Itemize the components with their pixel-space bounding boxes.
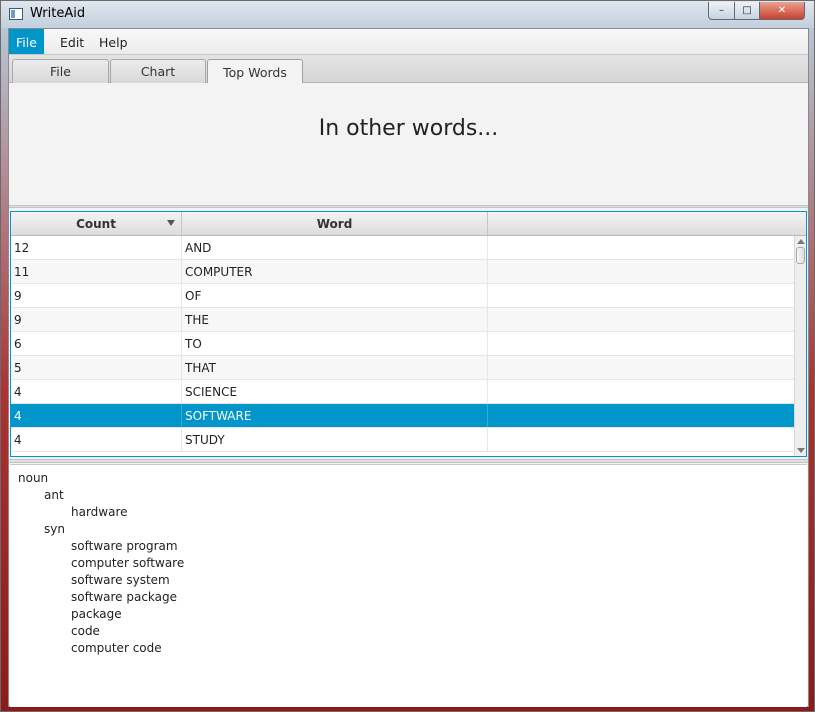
tree-leaf: software system xyxy=(71,573,170,587)
cell-count: 12 xyxy=(11,236,182,259)
cell-empty xyxy=(488,308,794,331)
tab-bar: File Chart Top Words xyxy=(9,55,808,84)
tree-leaf: package xyxy=(71,607,122,621)
cell-count: 11 xyxy=(11,260,182,283)
cell-count: 9 xyxy=(11,308,182,331)
cell-empty xyxy=(488,356,794,379)
tree-leaf: computer software xyxy=(71,556,185,570)
scroll-up-arrow-icon[interactable] xyxy=(797,239,805,244)
banner-heading: In other words... xyxy=(318,116,499,141)
scroll-down-arrow-icon[interactable] xyxy=(797,448,805,453)
column-header-word[interactable]: Word xyxy=(182,212,488,235)
tree-leaf: software program xyxy=(71,539,178,553)
tree-leaf: computer code xyxy=(71,641,162,655)
tree-node-syn: syn xyxy=(44,522,65,536)
tab-file[interactable]: File xyxy=(12,59,109,83)
tree-leaf: code xyxy=(71,624,100,638)
table-row-selected[interactable]: 4 SOFTWARE xyxy=(11,404,794,428)
table-row[interactable]: 5 THAT xyxy=(11,356,794,380)
tab-top-words[interactable]: Top Words xyxy=(207,59,303,84)
column-header-count[interactable]: Count xyxy=(11,212,182,235)
cell-count: 9 xyxy=(11,284,182,307)
cell-empty xyxy=(488,236,794,259)
window-title: WriteAid xyxy=(30,6,86,21)
tab-chart[interactable]: Chart xyxy=(110,59,206,83)
scrollbar-thumb[interactable] xyxy=(796,247,805,264)
table-body: 12 AND 11 COMPUTER 9 OF 9 THE 6 TO 5 THA… xyxy=(11,236,794,452)
cell-word: SCIENCE xyxy=(182,380,488,403)
cell-word: THE xyxy=(182,308,488,331)
column-header-filler xyxy=(488,212,806,235)
cell-empty xyxy=(488,332,794,355)
cell-count: 5 xyxy=(11,356,182,379)
menu-file[interactable]: File xyxy=(9,29,44,54)
cell-word: TO xyxy=(182,332,488,355)
banner: In other words... xyxy=(9,83,808,205)
close-button[interactable]: ✕ xyxy=(759,2,805,20)
maximize-button[interactable]: □ xyxy=(734,2,760,20)
client-area: File Edit Help File Chart Top Words In o… xyxy=(8,28,809,707)
tree-leaf: hardware xyxy=(71,505,128,519)
cell-word: OF xyxy=(182,284,488,307)
column-header-count-label: Count xyxy=(76,216,116,231)
table-row[interactable]: 11 COMPUTER xyxy=(11,260,794,284)
cell-word: STUDY xyxy=(182,428,488,451)
table-row[interactable]: 6 TO xyxy=(11,332,794,356)
cell-count: 4 xyxy=(11,428,182,451)
tree-leaf: software package xyxy=(71,590,178,604)
word-count-table: Count Word 12 AND 11 COMPUTER 9 OF 9 THE… xyxy=(10,211,807,457)
cell-count: 6 xyxy=(11,332,182,355)
cell-empty xyxy=(488,260,794,283)
cell-count: 4 xyxy=(11,380,182,403)
tree-node-ant: ant xyxy=(44,488,64,502)
column-header-word-label: Word xyxy=(316,216,353,231)
table-header: Count Word xyxy=(11,212,806,236)
cell-empty xyxy=(488,284,794,307)
table-row[interactable]: 9 OF xyxy=(11,284,794,308)
table-row[interactable]: 12 AND xyxy=(11,236,794,260)
cell-empty xyxy=(488,404,794,427)
menu-edit[interactable]: Edit xyxy=(53,29,91,54)
split-divider-bottom[interactable] xyxy=(9,459,808,463)
tree-node-noun: noun xyxy=(18,471,49,485)
app-icon xyxy=(9,8,23,20)
cell-word: AND xyxy=(182,236,488,259)
table-row[interactable]: 4 SCIENCE xyxy=(11,380,794,404)
sort-descending-icon xyxy=(167,220,175,226)
menu-bar: File Edit Help xyxy=(9,29,808,55)
table-scrollbar[interactable] xyxy=(794,236,806,456)
table-row[interactable]: 4 STUDY xyxy=(11,428,794,452)
app-window: WriteAid – □ ✕ File Edit Help File Chart… xyxy=(0,0,815,712)
cell-word: COMPUTER xyxy=(182,260,488,283)
cell-word: THAT xyxy=(182,356,488,379)
cell-empty xyxy=(488,428,794,451)
table-row[interactable]: 9 THE xyxy=(11,308,794,332)
cell-empty xyxy=(488,380,794,403)
menu-help[interactable]: Help xyxy=(92,29,135,54)
minimize-button[interactable]: – xyxy=(708,2,735,20)
synonym-tree: noun ant hardware syn software program c… xyxy=(10,464,807,707)
cell-count: 4 xyxy=(11,404,182,427)
split-divider-top[interactable] xyxy=(9,205,808,208)
title-bar[interactable]: WriteAid – □ ✕ xyxy=(1,1,814,28)
cell-word: SOFTWARE xyxy=(182,404,488,427)
